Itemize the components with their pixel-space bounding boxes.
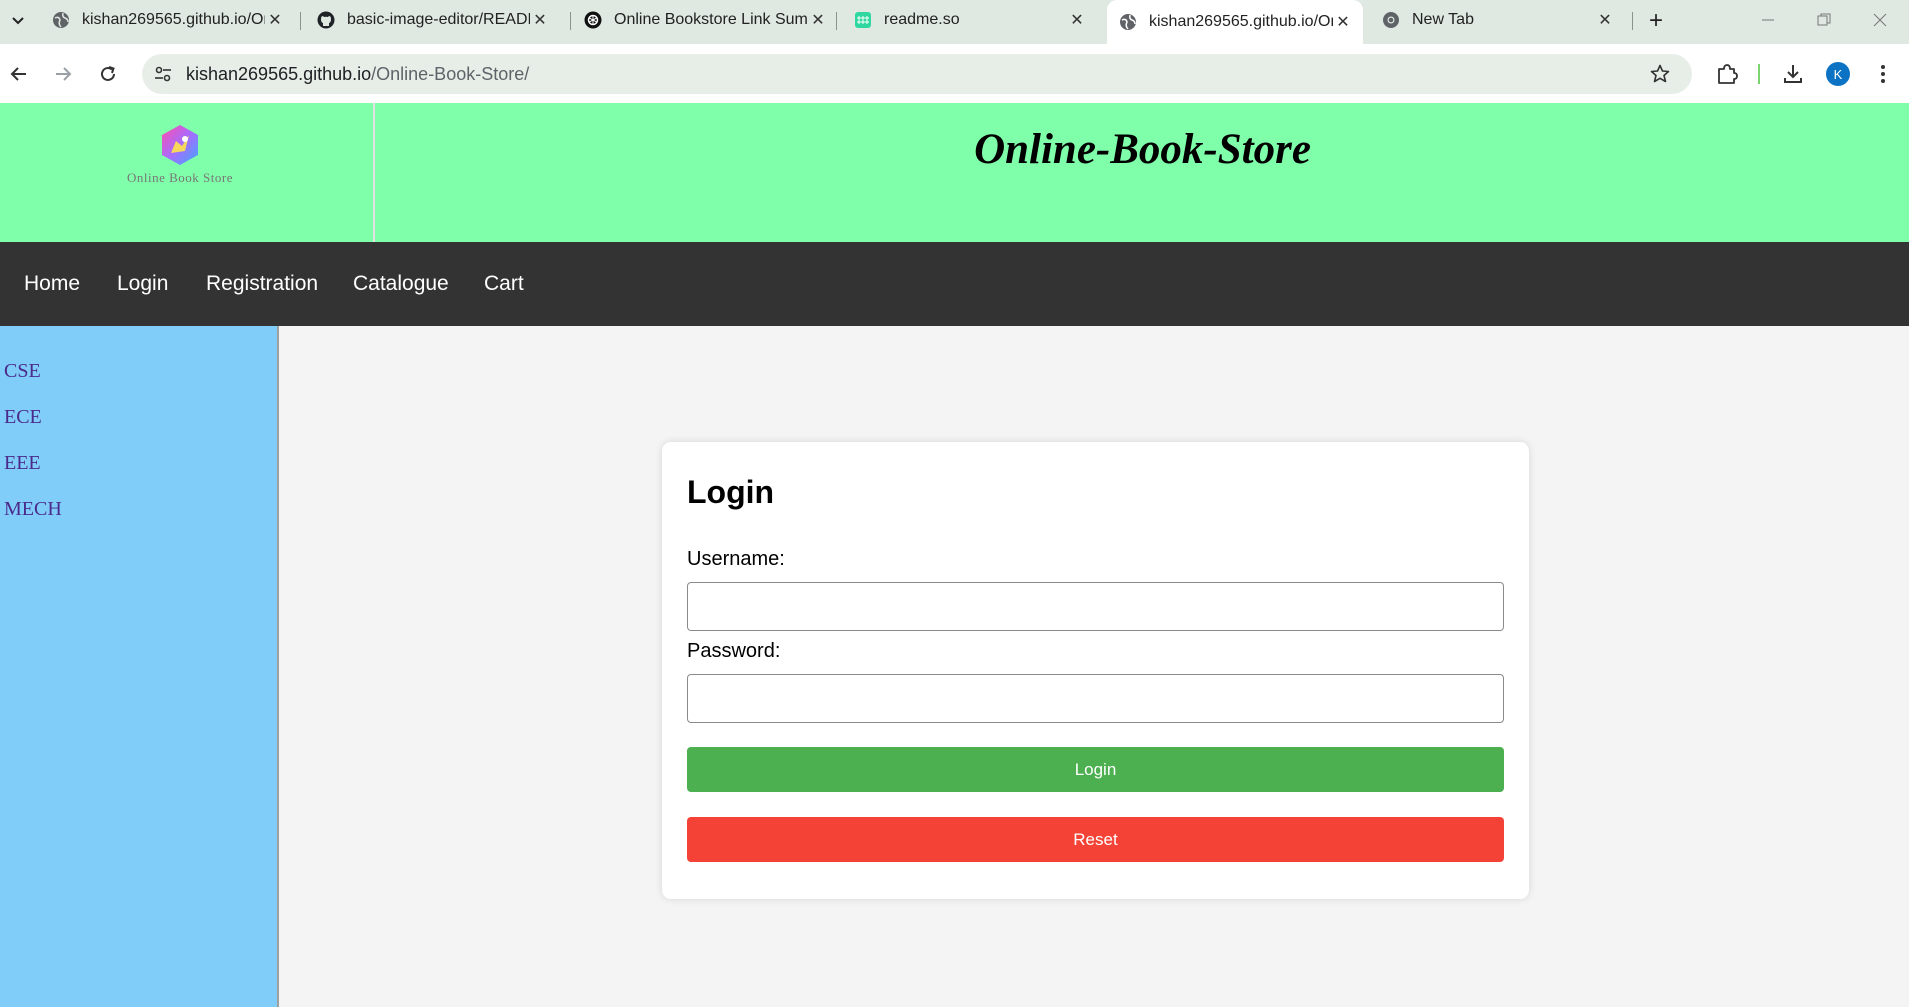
browser-tabstrip: kishan269565.github.io/On ✕ basic-image-…: [0, 0, 1909, 44]
download-icon[interactable]: [1777, 58, 1809, 90]
url-path: /Online-Book-Store/: [371, 63, 530, 84]
tab-divider: [300, 12, 301, 30]
password-input[interactable]: [687, 674, 1504, 723]
site-header: Online Book Store Online-Book-Store: [0, 103, 1909, 242]
sidebar-item-cse[interactable]: CSE: [4, 360, 41, 383]
tab-divider: [836, 12, 837, 30]
globe-icon: [52, 11, 70, 29]
toolbar-divider: [1758, 64, 1760, 84]
nav-cart-link[interactable]: Cart: [484, 242, 524, 326]
nav-home-link[interactable]: Home: [24, 242, 80, 326]
username-input[interactable]: [687, 582, 1504, 631]
minimize-icon[interactable]: [1748, 6, 1788, 34]
browser-tab[interactable]: readme.so ✕: [842, 0, 1097, 40]
sidebar-item-ece[interactable]: ECE: [4, 406, 42, 429]
logo-cell: Online Book Store: [0, 103, 375, 242]
restore-icon[interactable]: [1804, 6, 1844, 34]
github-icon: [317, 11, 335, 29]
password-label: Password:: [687, 640, 781, 662]
nav-registration-link[interactable]: Registration: [206, 242, 318, 326]
address-bar[interactable]: kishan269565.github.io/Online-Book-Store…: [142, 54, 1692, 94]
close-tab-icon[interactable]: ✕: [530, 10, 550, 30]
username-label: Username:: [687, 548, 785, 570]
close-tab-icon[interactable]: ✕: [1067, 10, 1087, 30]
close-tab-icon[interactable]: ✕: [1595, 10, 1615, 30]
tab-title: kishan269565.github.io/On: [82, 11, 265, 28]
bookmark-star-icon[interactable]: [1646, 60, 1674, 88]
more-menu-icon[interactable]: [1867, 58, 1899, 90]
main-navbar: Home Login Registration Catalogue Cart: [0, 242, 1909, 326]
back-arrow-icon[interactable]: [3, 58, 35, 90]
site-settings-icon[interactable]: [148, 59, 178, 89]
browser-tab[interactable]: New Tab ✕: [1370, 0, 1625, 40]
tab-title: readme.so: [884, 11, 960, 28]
readme-icon: [854, 11, 872, 29]
logo-caption: Online Book Store: [127, 170, 233, 185]
close-tab-icon[interactable]: ✕: [1333, 12, 1353, 32]
site-title: Online-Book-Store: [974, 126, 1311, 173]
url-host: kishan269565.github.io: [186, 63, 372, 84]
browser-tab-active[interactable]: kishan269565.github.io/On ✕: [1107, 0, 1363, 44]
profile-avatar[interactable]: K: [1822, 58, 1854, 90]
chrome-icon: [1382, 11, 1400, 29]
browser-toolbar: kishan269565.github.io/Online-Book-Store…: [0, 44, 1909, 103]
tab-title: basic-image-editor/READM: [347, 11, 530, 28]
profile-initial: K: [1826, 62, 1850, 86]
nav-login-link[interactable]: Login: [117, 242, 168, 326]
browser-tab[interactable]: Online Bookstore Link Sum ✕: [572, 0, 838, 40]
book-store-logo-icon: [162, 125, 198, 165]
forward-arrow-icon[interactable]: [47, 58, 79, 90]
openai-icon: [584, 11, 602, 29]
close-tab-icon[interactable]: ✕: [265, 10, 285, 30]
tab-divider: [1632, 12, 1633, 30]
close-window-icon[interactable]: [1860, 6, 1900, 34]
tab-title: Online Bookstore Link Sum: [614, 11, 808, 28]
sidebar-item-mech[interactable]: MECH: [4, 498, 62, 521]
close-tab-icon[interactable]: ✕: [808, 10, 828, 30]
tab-search-menu-icon[interactable]: [6, 8, 30, 32]
nav-catalogue-link[interactable]: Catalogue: [353, 242, 449, 326]
category-sidebar: CSE ECE EEE MECH: [0, 326, 279, 1007]
sidebar-item-eee[interactable]: EEE: [4, 452, 41, 475]
tab-divider: [570, 12, 571, 30]
url-text: kishan269565.github.io/Online-Book-Store…: [186, 64, 529, 85]
new-tab-plus-icon[interactable]: +: [1643, 7, 1669, 34]
reset-button[interactable]: Reset: [687, 817, 1504, 862]
globe-icon: [1119, 13, 1137, 31]
browser-tab[interactable]: kishan269565.github.io/On ✕: [40, 0, 295, 40]
extensions-puzzle-icon[interactable]: [1711, 58, 1743, 90]
login-button[interactable]: Login: [687, 747, 1504, 792]
tab-title: New Tab: [1412, 11, 1474, 28]
reload-icon[interactable]: [92, 58, 124, 90]
tab-title: kishan269565.github.io/On: [1149, 13, 1333, 30]
login-form-card: Login Username: Password: Login Reset: [662, 442, 1529, 899]
login-heading: Login: [687, 474, 775, 510]
browser-tab[interactable]: basic-image-editor/READM ✕: [305, 0, 560, 40]
